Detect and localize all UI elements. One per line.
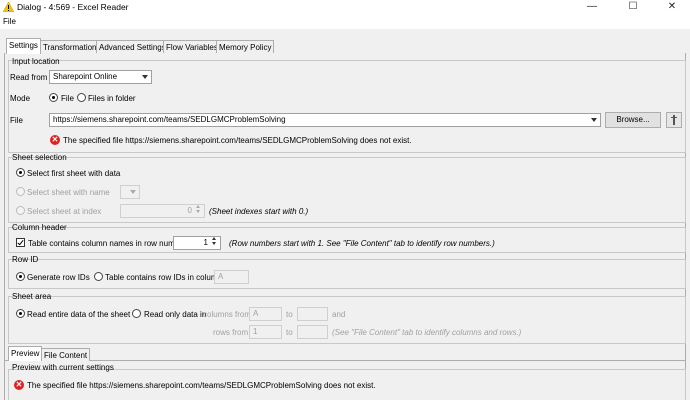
title-bar: Dialog - 4:569 - Excel Reader — ☐ ✕ xyxy=(0,0,690,15)
sheet-index-radio[interactable] xyxy=(16,206,25,215)
column-header-hint: (Row numbers start with 1. See "File Con… xyxy=(229,239,495,248)
tab-memory-policy[interactable]: Memory Policy xyxy=(216,40,275,54)
rows-to-input[interactable] xyxy=(297,325,328,339)
chevron-down-icon xyxy=(142,75,148,79)
error-icon: ✕ xyxy=(50,135,60,145)
rows-to-label: to xyxy=(286,328,293,337)
contains-rowid-label: Table contains row IDs in column xyxy=(105,273,222,282)
columns-from-input[interactable]: A xyxy=(249,307,282,321)
chevron-down-icon xyxy=(130,190,136,194)
sheet-name-label: Select sheet with name xyxy=(27,188,110,197)
chevron-down-icon xyxy=(591,118,597,122)
menu-bar: File xyxy=(0,15,690,29)
flow-variable-icon xyxy=(671,115,677,125)
sheet-name-select[interactable] xyxy=(120,185,140,199)
tab-transformation[interactable]: Transformation xyxy=(40,40,100,54)
first-sheet-radio[interactable] xyxy=(16,168,25,177)
column-names-label: Table contains column names in row numbe… xyxy=(28,239,187,248)
warning-triangle-icon xyxy=(3,2,14,12)
mode-folder-radio[interactable] xyxy=(77,93,86,102)
window-title: Dialog - 4:569 - Excel Reader xyxy=(17,2,129,12)
read-from-select[interactable]: Sharepoint Online xyxy=(49,70,152,84)
file-error-text: The specified file https://siemens.share… xyxy=(63,136,412,145)
rowid-column-input[interactable]: A xyxy=(214,270,249,284)
file-path-input[interactable]: https://siemens.sharepoint.com/teams/SED… xyxy=(49,113,601,127)
read-only-label: Read only data in xyxy=(144,310,207,319)
sheet-area-hint: (See "File Content" tab to identify colu… xyxy=(332,328,522,337)
first-sheet-label: Select first sheet with data xyxy=(27,169,121,178)
browse-button[interactable]: Browse... xyxy=(605,112,661,128)
sheet-name-radio[interactable] xyxy=(16,187,25,196)
sheet-index-spinner-arrows[interactable] xyxy=(196,205,202,217)
sheet-area-title: Sheet area xyxy=(12,292,52,301)
menu-file[interactable]: File xyxy=(3,17,16,26)
mode-file-radio[interactable] xyxy=(49,93,58,102)
sheet-selection-title: Sheet selection xyxy=(12,153,67,162)
generate-rowid-radio[interactable] xyxy=(16,272,25,281)
sheet-index-hint: (Sheet indexes start with 0.) xyxy=(209,207,309,216)
columns-from-label: columns from xyxy=(203,310,252,319)
mode-file-label: File xyxy=(61,94,74,103)
read-entire-label: Read entire data of the sheet xyxy=(27,310,131,319)
maximize-button[interactable]: ☐ xyxy=(615,0,651,14)
preview-title: Preview with current settings xyxy=(12,363,114,372)
sheet-index-spinner[interactable]: 0 xyxy=(120,204,205,218)
read-from-label: Read from xyxy=(10,73,48,82)
row-id-title: Row ID xyxy=(12,255,39,264)
error-icon: ✕ xyxy=(14,380,24,390)
tab-preview[interactable]: Preview xyxy=(8,346,43,361)
tab-file-content[interactable]: File Content xyxy=(41,348,91,361)
mode-label: Mode xyxy=(10,94,31,103)
tab-settings[interactable]: Settings xyxy=(6,38,41,54)
sheet-index-label: Select sheet at index xyxy=(27,207,102,216)
read-only-radio[interactable] xyxy=(132,309,141,318)
tab-flow-variables[interactable]: Flow Variables xyxy=(163,40,221,54)
generate-rowid-label: Generate row IDs xyxy=(27,273,90,282)
bottom-tab-line xyxy=(4,360,686,361)
columns-to-label: to xyxy=(286,310,293,319)
column-header-title: Column header xyxy=(12,223,67,232)
and-label: and xyxy=(332,310,346,319)
minimize-button[interactable]: — xyxy=(574,0,610,14)
read-entire-radio[interactable] xyxy=(16,309,25,318)
close-button[interactable]: ✕ xyxy=(654,0,690,14)
rows-from-label: rows from xyxy=(213,328,249,337)
column-row-spinner-arrows[interactable] xyxy=(212,237,218,249)
input-location-title: Input location xyxy=(12,57,60,66)
tab-advanced-settings[interactable]: Advanced Settings xyxy=(96,40,169,54)
contains-rowid-radio[interactable] xyxy=(94,272,103,281)
mode-folder-label: Files in folder xyxy=(88,94,136,103)
rows-from-input[interactable]: 1 xyxy=(249,325,282,339)
flow-variable-button[interactable] xyxy=(666,112,682,128)
preview-error-text: The specified file https://siemens.share… xyxy=(27,381,376,390)
columns-to-input[interactable] xyxy=(297,307,328,321)
file-label: File xyxy=(10,116,23,125)
column-names-checkbox[interactable] xyxy=(16,238,25,247)
